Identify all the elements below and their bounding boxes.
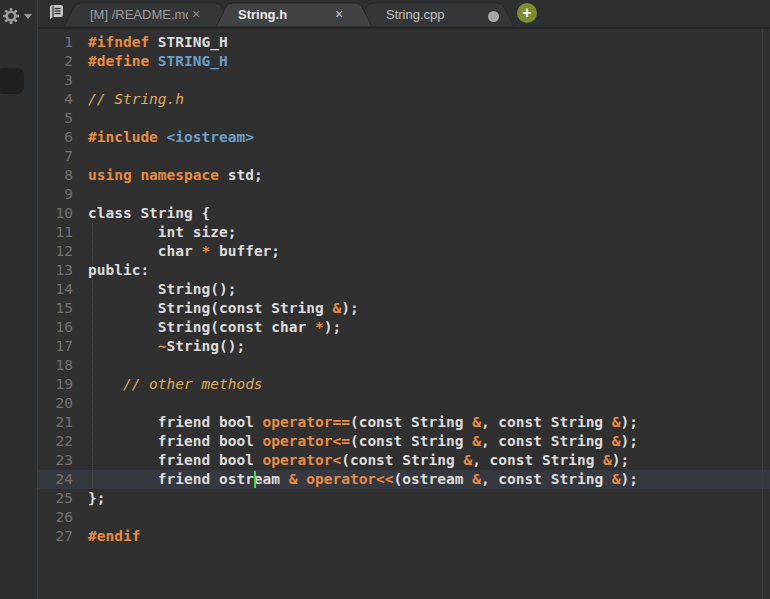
- code-line[interactable]: int size;: [88, 223, 770, 242]
- line-number: 14: [38, 280, 88, 299]
- line-number: 17: [38, 337, 88, 356]
- scrollbar-track[interactable]: [762, 29, 770, 599]
- code-line[interactable]: };: [88, 489, 770, 508]
- line-number: 13: [38, 261, 88, 280]
- tab-string-h-label: String.h: [238, 2, 287, 26]
- code-line[interactable]: friend bool operator<(const String &, co…: [88, 451, 770, 470]
- code-line[interactable]: String(const String &);: [88, 299, 770, 318]
- code-line[interactable]: #endif: [88, 527, 770, 546]
- text-caret: [254, 471, 256, 488]
- line-number: 15: [38, 299, 88, 318]
- code-line[interactable]: #define STRING_H: [88, 52, 770, 71]
- code-line[interactable]: public:: [88, 261, 770, 280]
- code-line[interactable]: [88, 356, 770, 375]
- line-number: 21: [38, 413, 88, 432]
- app-window: [M] /README.md × String.h × String.cpp +…: [0, 0, 770, 599]
- code-area[interactable]: #ifndef STRING_H#define STRING_H // Strin…: [88, 33, 770, 546]
- code-line[interactable]: friend bool operator<=(const String &, c…: [88, 432, 770, 451]
- code-line[interactable]: [88, 71, 770, 90]
- line-number: 12: [38, 242, 88, 261]
- code-line[interactable]: friend bool operator==(const String &, c…: [88, 413, 770, 432]
- tab-readme-labelbox: [M] /README.md ×: [90, 2, 200, 26]
- code-line[interactable]: #include <iostream>: [88, 128, 770, 147]
- line-number: 23: [38, 451, 88, 470]
- code-line[interactable]: [88, 147, 770, 166]
- code-line[interactable]: #ifndef STRING_H: [88, 33, 770, 52]
- tab-readme-label: [M] /README.md: [90, 7, 188, 22]
- code-line[interactable]: // other methods: [88, 375, 770, 394]
- line-number: 9: [38, 185, 88, 204]
- line-number: 10: [38, 204, 88, 223]
- code-line[interactable]: class String {: [88, 204, 770, 223]
- line-number: 18: [38, 356, 88, 375]
- new-tab-button[interactable]: +: [517, 3, 537, 23]
- line-number-gutter: 1234567891011121314151617181920212223242…: [38, 33, 88, 546]
- settings-menu-button[interactable]: [2, 6, 34, 26]
- code-line[interactable]: [88, 508, 770, 527]
- tab-bar: [M] /README.md × String.h × String.cpp +: [38, 0, 770, 29]
- line-number: 19: [38, 375, 88, 394]
- code-line[interactable]: String(const char *);: [88, 318, 770, 337]
- line-number: 11: [38, 223, 88, 242]
- collapsed-panel-tab[interactable]: [0, 68, 24, 94]
- line-number: 2: [38, 52, 88, 71]
- editor-pane: [M] /README.md × String.h × String.cpp +…: [38, 0, 770, 599]
- line-number: 20: [38, 394, 88, 413]
- line-number: 26: [38, 508, 88, 527]
- file-list-icon[interactable]: [48, 4, 64, 20]
- code-line[interactable]: using namespace std;: [88, 166, 770, 185]
- code-line[interactable]: ~String();: [88, 337, 770, 356]
- code-line[interactable]: char * buffer;: [88, 242, 770, 261]
- line-number: 4: [38, 90, 88, 109]
- line-number: 5: [38, 109, 88, 128]
- code-editor[interactable]: 1234567891011121314151617181920212223242…: [38, 29, 770, 599]
- left-sidebar: [0, 0, 38, 599]
- line-number: 3: [38, 71, 88, 90]
- line-number: 24: [38, 470, 88, 489]
- code-line[interactable]: String();: [88, 280, 770, 299]
- code-line[interactable]: [88, 394, 770, 413]
- modified-dot-icon: [488, 11, 499, 22]
- close-icon[interactable]: ×: [335, 2, 343, 26]
- line-number: 22: [38, 432, 88, 451]
- code-line[interactable]: // String.h: [88, 90, 770, 109]
- tab-string-cpp-label: String.cpp: [386, 2, 445, 26]
- code-line[interactable]: [88, 185, 770, 204]
- line-number: 8: [38, 166, 88, 185]
- line-number: 1: [38, 33, 88, 52]
- gear-icon: [2, 7, 20, 25]
- line-number: 25: [38, 489, 88, 508]
- code-line[interactable]: [88, 109, 770, 128]
- line-number: 6: [38, 128, 88, 147]
- line-number: 7: [38, 147, 88, 166]
- close-icon[interactable]: ×: [192, 6, 200, 22]
- code-line[interactable]: friend ostream & operator<<(ostream &, c…: [88, 470, 770, 489]
- line-number: 16: [38, 318, 88, 337]
- line-number: 27: [38, 527, 88, 546]
- chevron-down-icon: [24, 13, 32, 19]
